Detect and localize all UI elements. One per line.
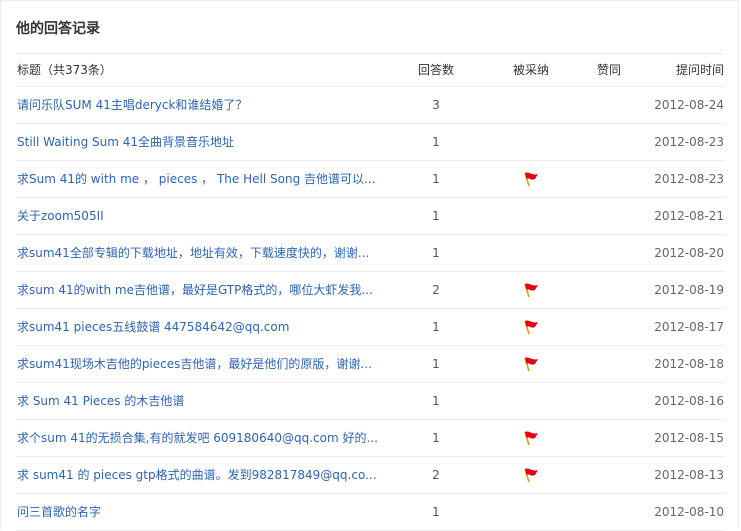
ask-time: 2012-08-13 <box>654 468 724 482</box>
answer-count: 2 <box>432 283 440 297</box>
answer-count: 1 <box>432 320 440 334</box>
question-title-link[interactable]: 关于zoom505II <box>17 198 397 234</box>
ask-time: 2012-08-21 <box>654 209 724 223</box>
header-answer-count: 回答数 <box>417 63 454 77</box>
panel-title: 他的回答记录 <box>16 21 100 37</box>
table-row: 求个sum 41的无损合集,有的就发吧 609180640@qq.com 好的.… <box>16 420 725 457</box>
table-row: 请问乐队SUM 41主唱deryck和谁结婚了？ 3 2012-08-24 <box>16 87 725 124</box>
header-ask-time: 提问时间 <box>675 63 724 77</box>
answer-count: 2 <box>432 468 440 482</box>
ask-time: 2012-08-23 <box>654 172 724 186</box>
table-row: 求sum 41的with me吉他谱，最好是GTP格式的，哪位大虾发我... 2… <box>16 272 725 309</box>
table-row: 关于zoom505II 1 2012-08-21 <box>16 198 725 235</box>
adopted-cell <box>491 457 571 493</box>
table-row: 求sum41全部专辑的下载地址，地址有效，下载速度快的，谢谢... 1 2012… <box>16 235 725 272</box>
table-row: 求Sum 41的 with me ， pieces ， The Hell Son… <box>16 161 725 198</box>
question-title-link[interactable]: 求sum 41的with me吉他谱，最好是GTP格式的，哪位大虾发我... <box>17 272 397 308</box>
ask-time: 2012-08-10 <box>654 505 724 519</box>
red-flag-icon <box>524 172 538 186</box>
ask-time: 2012-08-16 <box>654 394 724 408</box>
question-title-link[interactable]: 请问乐队SUM 41主唱deryck和谁结婚了？ <box>17 87 397 123</box>
red-flag-icon <box>524 468 538 482</box>
red-flag-icon <box>524 431 538 445</box>
answer-count: 1 <box>432 246 440 260</box>
question-title-link[interactable]: 求 sum41 的 pieces gtp格式的曲谱。发到982817849@qq… <box>17 457 397 493</box>
header-adopted: 被采纳 <box>512 63 549 77</box>
answer-count: 1 <box>432 505 440 519</box>
table-body: 请问乐队SUM 41主唱deryck和谁结婚了？ 3 2012-08-24 St… <box>16 87 725 531</box>
header-title: 标题（共373条） <box>17 63 112 77</box>
question-title-link[interactable]: 求sum41现场木吉他的pieces吉他谱，最好是他们的原版，谢谢... <box>17 346 397 382</box>
adopted-cell <box>491 161 571 197</box>
answer-count: 1 <box>432 357 440 371</box>
question-title-link[interactable]: 求Sum 41的 with me ， pieces ， The Hell Son… <box>17 161 397 197</box>
answer-count: 1 <box>432 172 440 186</box>
answer-count: 1 <box>432 431 440 445</box>
question-title-link[interactable]: 求sum41 pieces五线鼓谱 447584642@qq.com <box>17 309 397 345</box>
answer-count: 1 <box>432 135 440 149</box>
question-title-link[interactable]: 求sum41全部专辑的下载地址，地址有效，下载速度快的，谢谢... <box>17 235 397 271</box>
ask-time: 2012-08-18 <box>654 357 724 371</box>
question-title-link[interactable]: Still Waiting Sum 41全曲背景音乐地址 <box>17 124 397 160</box>
answer-history-panel: 他的回答记录 标题（共373条） 回答数 被采纳 赞同 提问时间 请问乐队SUM… <box>0 0 739 531</box>
red-flag-icon <box>524 320 538 334</box>
table-row: 求sum41 pieces五线鼓谱 447584642@qq.com 1 201… <box>16 309 725 346</box>
red-flag-icon <box>524 283 538 297</box>
question-title-link[interactable]: 求 Sum 41 Pieces 的木吉他谱 <box>17 383 397 419</box>
answer-table: 标题（共373条） 回答数 被采纳 赞同 提问时间 请问乐队SUM 41主唱de… <box>16 54 725 531</box>
question-title-link[interactable]: 问三首歌的名字 <box>17 494 397 530</box>
adopted-cell <box>491 346 571 382</box>
ask-time: 2012-08-23 <box>654 135 724 149</box>
answer-count: 3 <box>432 98 440 112</box>
answer-count: 1 <box>432 209 440 223</box>
ask-time: 2012-08-19 <box>654 283 724 297</box>
table-header-row: 标题（共373条） 回答数 被采纳 赞同 提问时间 <box>16 54 725 87</box>
ask-time: 2012-08-15 <box>654 431 724 445</box>
answer-count: 1 <box>432 394 440 408</box>
adopted-cell <box>491 420 571 456</box>
table-row: 求 sum41 的 pieces gtp格式的曲谱。发到982817849@qq… <box>16 457 725 494</box>
red-flag-icon <box>524 357 538 371</box>
adopted-cell <box>491 309 571 345</box>
ask-time: 2012-08-20 <box>654 246 724 260</box>
question-title-link[interactable]: 求个sum 41的无损合集,有的就发吧 609180640@qq.com 好的.… <box>17 420 397 456</box>
ask-time: 2012-08-17 <box>654 320 724 334</box>
table-row: 求sum41现场木吉他的pieces吉他谱，最好是他们的原版，谢谢... 1 2… <box>16 346 725 383</box>
table-row: 问三首歌的名字 1 2012-08-10 <box>16 494 725 531</box>
adopted-cell <box>491 272 571 308</box>
table-row: 求 Sum 41 Pieces 的木吉他谱 1 2012-08-16 <box>16 383 725 420</box>
ask-time: 2012-08-24 <box>654 98 724 112</box>
table-row: Still Waiting Sum 41全曲背景音乐地址 1 2012-08-2… <box>16 124 725 161</box>
